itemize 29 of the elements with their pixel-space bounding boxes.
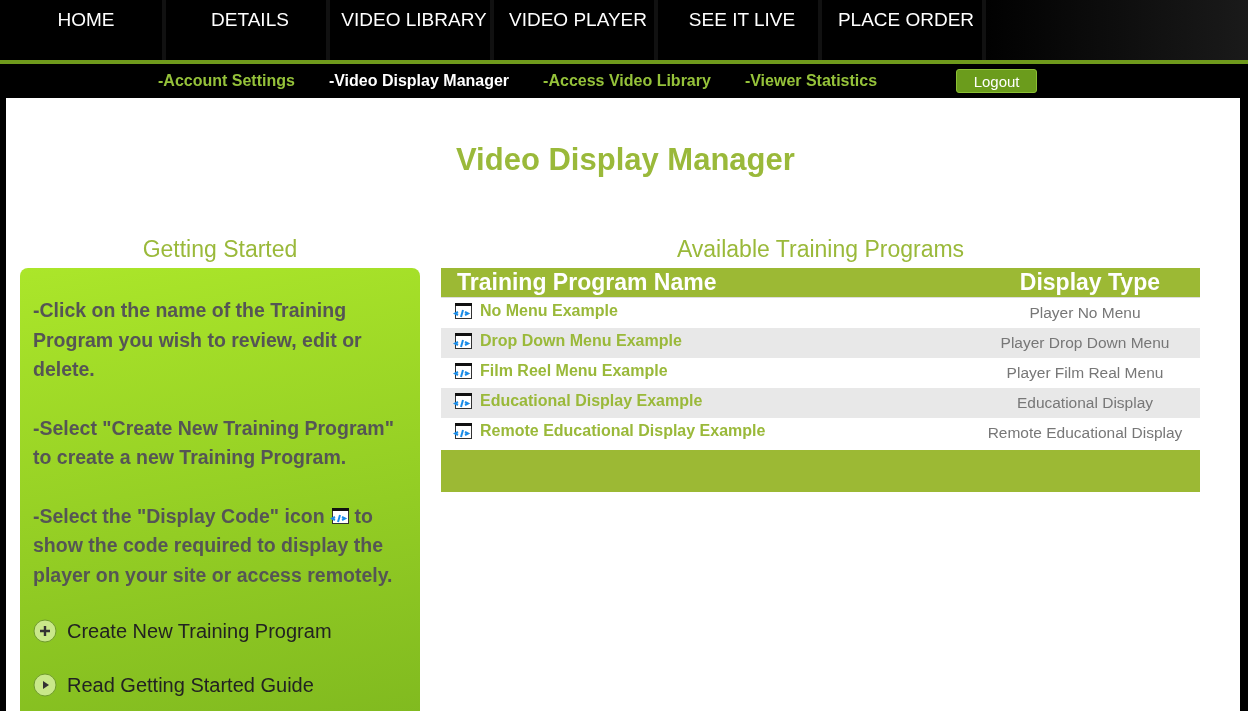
sub-nav-link[interactable]: -Video Display Manager (328, 72, 510, 90)
code-icon[interactable] (330, 507, 349, 525)
page-title: Video Display Manager (455, 141, 796, 179)
code-icon[interactable] (453, 332, 472, 350)
code-icon[interactable] (453, 392, 472, 410)
code-icon[interactable] (453, 362, 472, 380)
table-cell: Player Film Real Menu (970, 358, 1200, 388)
table-title: Available Training Programs (675, 236, 966, 264)
sub-nav-link[interactable]: -Viewer Statistics (744, 72, 878, 90)
sub-nav-link[interactable]: -Access Video Library (543, 72, 711, 90)
code-icon[interactable] (453, 302, 472, 320)
instruction-text: to (354, 504, 373, 527)
instruction-text: -Select the "Display Code" icon (33, 504, 325, 527)
plus-circle-icon (33, 619, 57, 643)
table-cell: Educational Display (970, 388, 1200, 418)
instruction-text: -Select "Create New Training Program" to create a new Training Program. (33, 416, 394, 468)
table-cell: Player Drop Down Menu (970, 328, 1200, 358)
sub-nav-link[interactable]: -Account Settings (158, 72, 295, 90)
panel-title: Getting Started (141, 236, 299, 264)
panel-link[interactable]: Create New Training Program (33, 619, 401, 643)
code-icon[interactable] (453, 422, 472, 440)
panel-link[interactable]: Read Getting Started Guide (33, 673, 401, 697)
table-cell: Player No Menu (970, 297, 1200, 328)
instruction-text: -Click on the name of the Training Program you wish to review, edit or delete. (33, 299, 362, 380)
play-circle-icon (33, 673, 57, 697)
column-header: Display Type (970, 268, 1200, 298)
column-header: Training Program Name (441, 268, 970, 298)
instruction-text: show the code required to display the player on your site or access remotely. (33, 533, 394, 588)
table-cell: Remote Educational Display (970, 418, 1200, 448)
